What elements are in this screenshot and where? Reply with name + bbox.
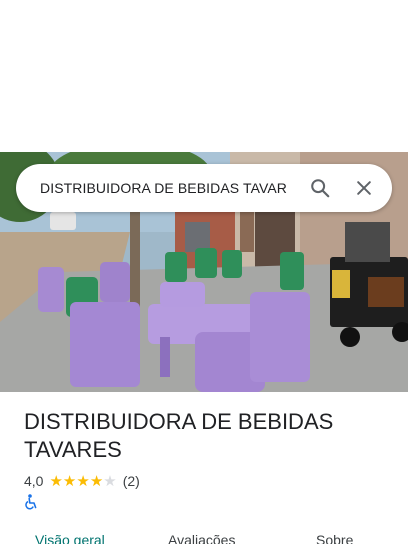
- close-icon: [357, 181, 371, 195]
- place-tabs: Visão geral Avaliações Sobre: [0, 528, 408, 544]
- rating-value: 4,0: [24, 473, 44, 489]
- star-filled-icon: ★: [49, 472, 63, 490]
- clear-search-button[interactable]: [342, 166, 386, 210]
- star-filled-icon: ★: [62, 472, 77, 490]
- review-count[interactable]: (2): [123, 473, 140, 489]
- search-icon: [311, 179, 330, 198]
- tab-reviews[interactable]: Avaliações: [168, 532, 235, 544]
- search-input[interactable]: DISTRIBUIDORA DE BEBIDAS TAVAR: [16, 180, 298, 196]
- star-filled-icon: ★: [76, 472, 90, 490]
- rating-row[interactable]: 4,0 ★ ★ ★ ★ ★ (2): [24, 472, 140, 490]
- star-rating: ★ ★ ★ ★ ★: [49, 474, 116, 489]
- tab-about[interactable]: Sobre: [316, 532, 353, 544]
- search-button[interactable]: [298, 166, 342, 210]
- place-title: DISTRIBUIDORA DE BEBIDAS TAVARES: [24, 409, 334, 462]
- star-empty-icon: ★: [103, 472, 117, 490]
- search-bar[interactable]: DISTRIBUIDORA DE BEBIDAS TAVAR: [16, 164, 392, 212]
- star-filled-icon: ★: [89, 472, 104, 490]
- wheelchair-icon: [24, 494, 38, 510]
- tab-overview[interactable]: Visão geral: [35, 532, 105, 544]
